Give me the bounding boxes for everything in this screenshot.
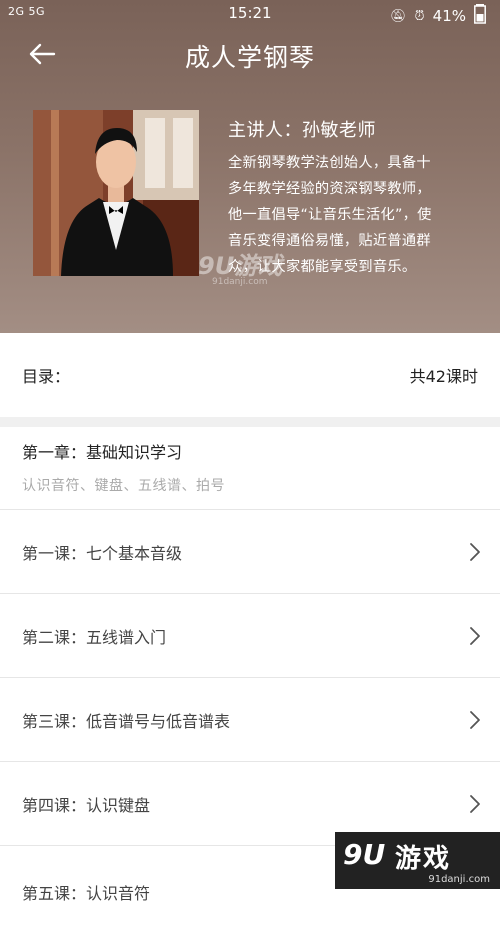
lesson-label: 第五课：认识音符 [22, 884, 151, 903]
lesson-label: 第四课：认识键盘 [22, 795, 151, 815]
watermark-brand: 游戏 [395, 844, 452, 874]
page-title: 成人学钢琴 [184, 43, 315, 72]
battery-level: 41% [432, 7, 466, 25]
lesson-count: 共42课时 [409, 367, 478, 386]
battery-icon [474, 4, 486, 28]
alarm-icon: ⏰︎ [414, 8, 425, 24]
chevron-right-icon [470, 710, 480, 729]
chevron-right-icon [470, 626, 480, 645]
watermark-top: 9U游戏 91danji.com [198, 246, 282, 287]
teacher-photo [33, 110, 199, 276]
chapter-header: 第一章：基础知识学习 认识音符、键盘、五线谱、拍号 [0, 427, 500, 509]
course-hero: 2G 5G 15:21 🔕︎ ⏰︎ 41% 成人学钢琴 主讲人：孙敏老师 全新钢… [0, 0, 500, 333]
lesson-label: 第一课：七个基本音级 [22, 543, 183, 563]
status-icons: 🔕︎ ⏰︎ 41% [390, 4, 486, 28]
lesson-label: 第二课：五线谱入门 [22, 627, 167, 647]
toc-header: 目录： 共42课时 [0, 333, 500, 417]
bio-line: 他一直倡导“让音乐生活化”，使 [228, 207, 432, 223]
lesson-item[interactable]: 第一课：七个基本音级 [0, 509, 500, 593]
lesson-item[interactable]: 第三课：低音谱号与低音谱表 [0, 677, 500, 761]
chapter-title: 第一章：基础知识学习 [22, 443, 183, 462]
watermark-url: 91danji.com [428, 874, 490, 885]
watermark-bottom: 9U 游戏 91danji.com [335, 832, 500, 889]
bio-line: 全新钢琴教学法创始人，具备十 [228, 155, 431, 171]
status-bar: 2G 5G 15:21 🔕︎ ⏰︎ 41% [0, 0, 500, 28]
teacher-name: 主讲人：孙敏老师 [228, 120, 376, 141]
chapter-subtitle: 认识音符、键盘、五线谱、拍号 [22, 478, 225, 494]
section-divider [0, 417, 500, 427]
watermark-logo: 9U [343, 838, 386, 871]
lesson-item[interactable]: 第二课：五线谱入门 [0, 593, 500, 677]
bio-line: 多年教学经验的资深钢琴教师， [228, 181, 431, 197]
chevron-right-icon [470, 542, 480, 561]
toc-label: 目录： [22, 367, 71, 386]
lesson-label: 第三课：低音谱号与低音谱表 [22, 711, 231, 731]
chevron-right-icon [470, 794, 480, 813]
watermark-logo: 9U游戏 [198, 252, 283, 280]
mute-icon: 🔕︎ [390, 8, 407, 24]
